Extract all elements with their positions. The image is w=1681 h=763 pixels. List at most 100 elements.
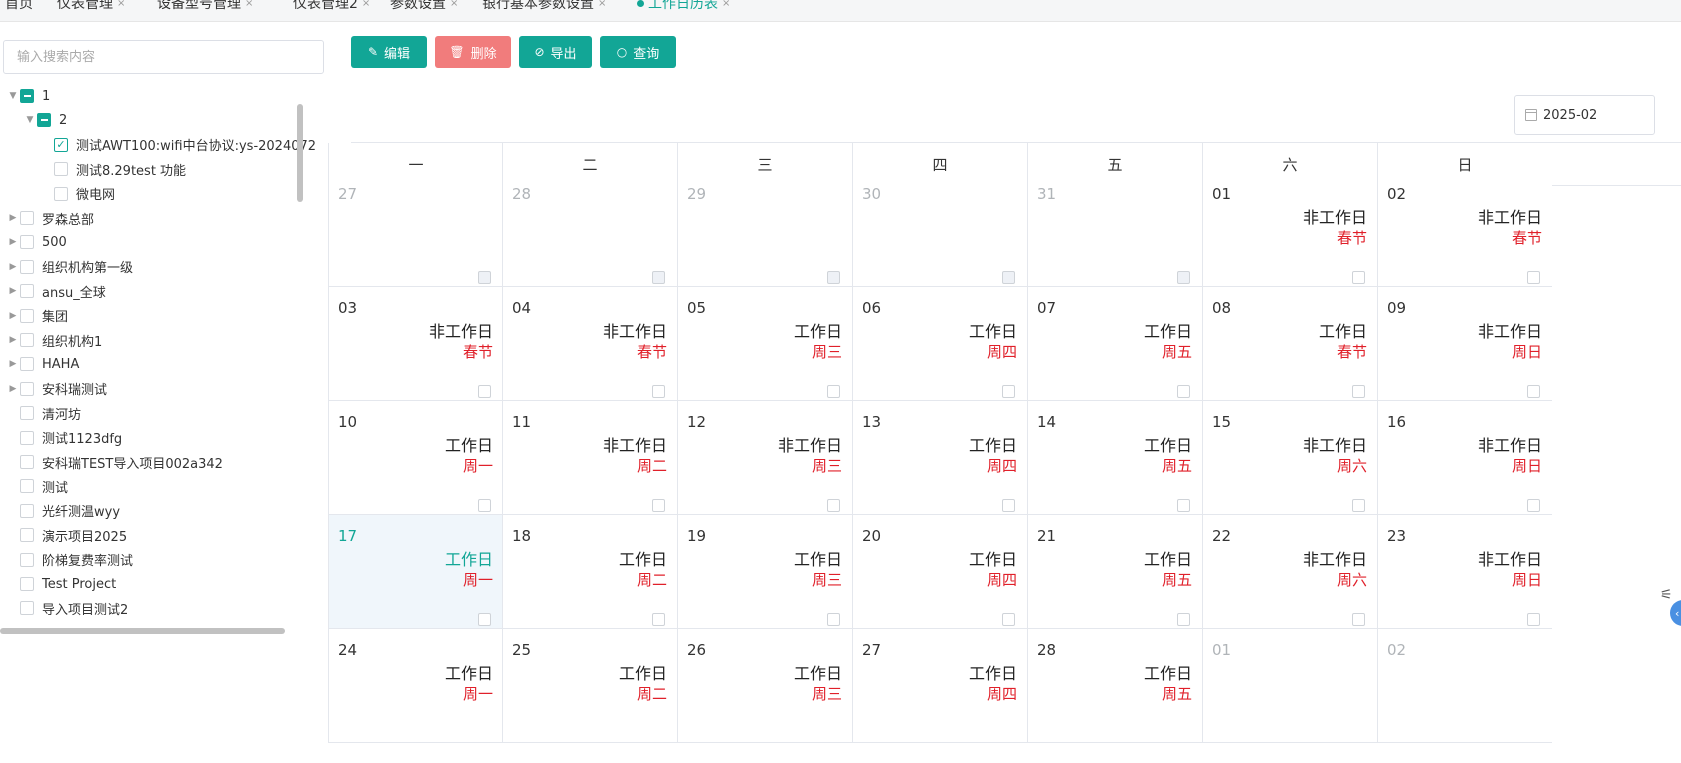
tree-horizontal-scrollbar[interactable]	[0, 628, 285, 634]
tab-2[interactable]: 设备型号管理 ×	[157, 0, 253, 16]
day-select-checkbox[interactable]	[652, 613, 665, 626]
calendar-day-cell[interactable]: 24 工作日 周一	[328, 629, 503, 743]
day-select-checkbox[interactable]	[1352, 613, 1365, 626]
calendar-day-cell[interactable]: 26 工作日 周三	[677, 629, 852, 743]
day-select-checkbox[interactable]	[478, 385, 491, 398]
tree-node-checkbox[interactable]	[54, 186, 68, 201]
calendar-day-cell[interactable]: 03 非工作日 春节	[328, 287, 503, 401]
tree-vertical-scrollbar[interactable]	[297, 104, 303, 202]
day-select-checkbox[interactable]	[827, 271, 840, 284]
tree-node[interactable]: 测试1123dfg	[6, 426, 122, 450]
calendar-day-cell[interactable]: 21 工作日 周五	[1027, 515, 1202, 629]
query-button[interactable]: ○ 查询	[600, 36, 676, 68]
tree-node-checkbox[interactable]	[20, 577, 34, 591]
calendar-day-cell[interactable]: 08 工作日 春节	[1202, 287, 1377, 401]
calendar-day-cell[interactable]: 01	[1202, 629, 1377, 743]
delete-button[interactable]: 🗑 删除	[435, 36, 511, 68]
tree-node[interactable]: 导入项目测试2	[6, 596, 128, 620]
day-select-checkbox[interactable]	[1527, 613, 1540, 626]
tree-node-checkbox[interactable]	[20, 333, 34, 347]
tree-node-checkbox[interactable]	[20, 308, 34, 323]
tree-search-input[interactable]	[3, 40, 324, 74]
calendar-day-cell[interactable]: 09 非工作日 周日	[1377, 287, 1552, 401]
tab-5[interactable]: 银行基本参数设置 ×	[482, 0, 606, 16]
calendar-day-cell[interactable]: 06 工作日 周四	[852, 287, 1027, 401]
day-select-checkbox[interactable]	[1002, 385, 1015, 398]
tree-node-checkbox[interactable]	[54, 162, 68, 177]
tree-node-checkbox[interactable]	[20, 357, 34, 372]
tree-node-checkbox[interactable]	[20, 455, 34, 469]
tree-node-checkbox[interactable]	[20, 211, 34, 225]
caret-right-icon[interactable]: ▶	[6, 286, 20, 296]
day-select-checkbox[interactable]	[1352, 271, 1365, 284]
tab-6[interactable]: 工作日历表 ×	[637, 0, 730, 16]
tree-node-checkbox[interactable]	[37, 113, 51, 128]
calendar-day-cell[interactable]: 28	[502, 173, 677, 287]
tree-node[interactable]: 阶梯复费率测试	[6, 548, 133, 572]
tree-node-checkbox[interactable]	[20, 601, 34, 616]
caret-down-icon[interactable]: ▼	[23, 115, 37, 125]
side-collapse-tab[interactable]: ‹	[1670, 600, 1681, 626]
day-select-checkbox[interactable]	[1002, 271, 1015, 284]
tree-node[interactable]: 安科瑞TEST导入项目002a342	[6, 450, 223, 474]
calendar-day-cell[interactable]: 16 非工作日 周日	[1377, 401, 1552, 515]
tree-node-checkbox[interactable]	[20, 552, 34, 567]
day-select-checkbox[interactable]	[652, 499, 665, 512]
tree-node-checkbox[interactable]	[20, 259, 34, 274]
caret-right-icon[interactable]: ▶	[6, 384, 20, 394]
close-icon[interactable]: ×	[598, 0, 606, 9]
tree-node-checkbox[interactable]	[20, 235, 34, 250]
caret-right-icon[interactable]: ▶	[6, 237, 20, 247]
close-icon[interactable]: ×	[722, 0, 730, 9]
calendar-day-cell[interactable]: 28 工作日 周五	[1027, 629, 1202, 743]
calendar-day-cell[interactable]: 29	[677, 173, 852, 287]
day-select-checkbox[interactable]	[1527, 271, 1540, 284]
export-button[interactable]: ⊘ 导出	[519, 36, 592, 68]
calendar-day-cell[interactable]: 10 工作日 周一	[328, 401, 503, 515]
calendar-day-cell[interactable]: 25 工作日 周二	[502, 629, 677, 743]
day-select-checkbox[interactable]	[827, 385, 840, 398]
calendar-day-cell[interactable]: 30	[852, 173, 1027, 287]
tree-node[interactable]: ▶ 集团	[6, 304, 68, 328]
tree-node-checkbox[interactable]	[20, 284, 34, 299]
settings-sliders-icon[interactable]: ⚟	[1660, 587, 1673, 603]
calendar-day-cell[interactable]: 15 非工作日 周六	[1202, 401, 1377, 515]
day-select-checkbox[interactable]	[1002, 499, 1015, 512]
calendar-day-cell[interactable]: 11 非工作日 周二	[502, 401, 677, 515]
tree-node-checkbox[interactable]	[20, 406, 34, 421]
calendar-day-cell[interactable]: 17 工作日 周一	[328, 515, 503, 629]
tab-1[interactable]: 仪表管理 ×	[57, 0, 125, 16]
tree-node[interactable]: 测试	[6, 474, 68, 498]
tree-node[interactable]: 清河坊	[6, 401, 81, 425]
tree-node[interactable]: ▼ 1	[6, 84, 51, 108]
calendar-day-cell[interactable]: 04 非工作日 春节	[502, 287, 677, 401]
calendar-day-cell[interactable]: 23 非工作日 周日	[1377, 515, 1552, 629]
close-icon[interactable]: ×	[117, 0, 125, 9]
tab-4[interactable]: 参数设置 ×	[390, 0, 458, 16]
day-select-checkbox[interactable]	[478, 499, 491, 512]
caret-right-icon[interactable]: ▶	[6, 359, 20, 369]
close-icon[interactable]: ×	[450, 0, 458, 9]
day-select-checkbox[interactable]	[1527, 499, 1540, 512]
tree-node-checkbox[interactable]	[20, 503, 34, 518]
tree-node[interactable]: ✓ 测试AWT100:wifi中台协议:ys-2024072	[40, 133, 316, 157]
tree-node[interactable]: ▼ 2	[23, 108, 68, 132]
caret-right-icon[interactable]: ▶	[6, 262, 20, 272]
tree-node[interactable]: 光纤测温wyy	[6, 499, 120, 523]
edit-button[interactable]: ✎ 编辑	[351, 36, 427, 68]
day-select-checkbox[interactable]	[827, 613, 840, 626]
calendar-day-cell[interactable]: 05 工作日 周三	[677, 287, 852, 401]
day-select-checkbox[interactable]	[1177, 271, 1190, 284]
tab-3[interactable]: 仪表管理2 ×	[293, 0, 370, 16]
day-select-checkbox[interactable]	[1177, 385, 1190, 398]
day-select-checkbox[interactable]	[478, 613, 491, 626]
close-icon[interactable]: ×	[245, 0, 253, 9]
tree-node-checkbox[interactable]	[20, 479, 34, 494]
day-select-checkbox[interactable]	[1352, 385, 1365, 398]
calendar-day-cell[interactable]: 20 工作日 周四	[852, 515, 1027, 629]
day-select-checkbox[interactable]	[1177, 499, 1190, 512]
tree-node[interactable]: Test Project	[6, 572, 116, 596]
calendar-day-cell[interactable]: 19 工作日 周三	[677, 515, 852, 629]
day-select-checkbox[interactable]	[1177, 613, 1190, 626]
tree-node[interactable]: ▶ 组织机构第一级	[6, 255, 133, 279]
